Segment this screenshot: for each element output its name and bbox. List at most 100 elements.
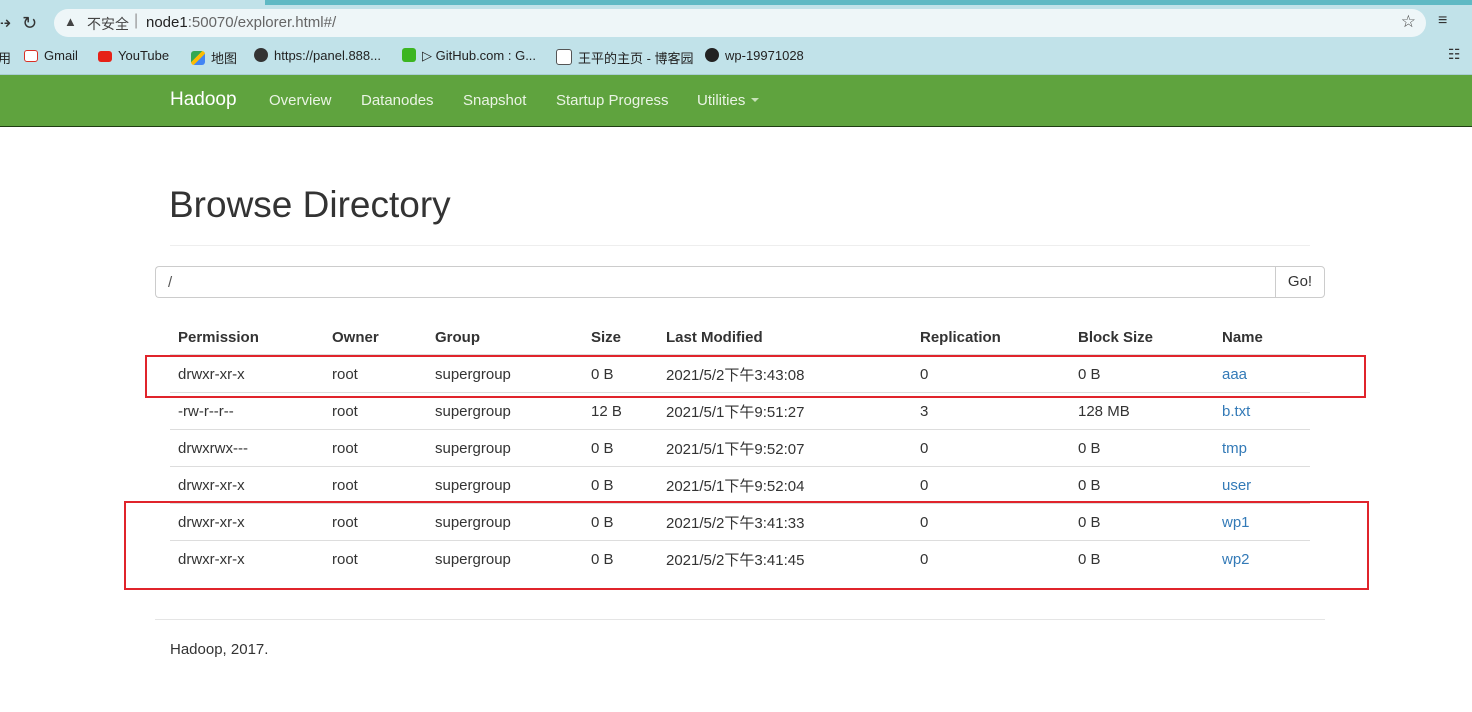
bookmark-youtube[interactable]: YouTube <box>98 48 169 63</box>
cell-block-size: 0 B <box>1070 540 1214 577</box>
nav-utilities[interactable]: Utilities <box>697 92 760 109</box>
column-header[interactable]: Last Modified <box>658 320 912 356</box>
chevron-down-icon <box>751 98 760 102</box>
file-link[interactable]: b.txt <box>1222 403 1250 420</box>
cell-permission: drwxr-xr-x <box>170 540 324 577</box>
cell-name: b.txt <box>1214 392 1310 430</box>
address-bar[interactable]: ▲ 不安全 | node1:50070/explorer.html#/ ☆ <box>54 9 1426 37</box>
forward-icon[interactable]: ⇢ <box>0 12 11 34</box>
url-text[interactable]: node1:50070/explorer.html#/ <box>146 14 336 31</box>
url-path: :50070/explorer.html#/ <box>187 14 337 31</box>
table-row: drwxr-xr-x root supergroup 0 B 2021/5/2下… <box>170 503 1310 541</box>
brand-link[interactable]: Hadoop <box>170 89 237 111</box>
table-row: drwxr-xr-x root supergroup 0 B 2021/5/1下… <box>170 466 1310 504</box>
bookmarks-bar: 用 Gmail YouTube 地图 https://panel.888... … <box>0 45 1472 67</box>
cell-group: supergroup <box>427 429 583 467</box>
cell-permission: drwxrwx--- <box>170 429 324 467</box>
youtube-icon <box>98 51 112 62</box>
cnblogs-icon <box>556 49 572 65</box>
insecure-label[interactable]: 不安全 <box>87 14 129 34</box>
cell-group: supergroup <box>427 466 583 504</box>
cell-replication: 0 <box>920 365 929 383</box>
cell-owner: root <box>324 540 427 577</box>
media-control-icon[interactable]: ≡ <box>1438 12 1447 30</box>
cell-name: user <box>1214 466 1310 504</box>
cell-size: 0 B <box>583 540 658 577</box>
cell-group: supergroup <box>427 503 583 541</box>
github-mirror-icon <box>402 48 416 62</box>
cell-size: 0 B <box>583 503 658 541</box>
cell-group: supergroup <box>427 540 583 577</box>
cell-last-modified: 2021/5/1下午9:52:07 <box>658 429 912 467</box>
column-header[interactable]: Size <box>583 320 658 356</box>
cell-group: supergroup <box>427 392 583 430</box>
cell-permission: drwxr-xr-x <box>178 365 245 383</box>
table-header-row: Permission Owner Group Size Last Modifie… <box>170 320 1310 356</box>
cell-last-modified: 2021/5/1下午9:52:04 <box>658 466 912 504</box>
bookmark-apps[interactable]: 用 <box>0 48 11 67</box>
hadoop-navbar: Hadoop Overview Datanodes Snapshot Start… <box>0 75 1472 127</box>
nav-startup-progress[interactable]: Startup Progress <box>556 92 669 109</box>
bookmark-github-mirror[interactable]: ▷ GitHub.com : G... <box>402 48 536 64</box>
gmail-icon <box>24 50 38 62</box>
tab-strip <box>265 0 1472 5</box>
url-host: node1 <box>146 14 188 31</box>
bookmark-cnblogs[interactable]: 王平的主页 - 博客园 <box>556 48 694 67</box>
file-link[interactable]: tmp <box>1222 440 1247 457</box>
directory-path-input[interactable] <box>155 266 1275 298</box>
column-header[interactable]: Block Size <box>1070 320 1214 356</box>
cell-block-size: 0 B <box>1070 503 1214 541</box>
github-icon <box>705 48 719 62</box>
cell-name: wp2 <box>1214 540 1310 577</box>
cell-owner: root <box>332 365 358 383</box>
cell-name: aaa <box>1214 355 1310 393</box>
bookmark-panel[interactable]: https://panel.888... <box>254 48 381 63</box>
address-separator: | <box>134 12 139 29</box>
column-header[interactable]: Replication <box>912 320 1070 356</box>
globe-icon <box>254 48 268 62</box>
file-link[interactable]: aaa <box>1222 366 1247 383</box>
maps-icon <box>191 51 205 65</box>
cell-last-modified: 2021/5/2下午3:43:08 <box>666 366 805 384</box>
table-row: drwxr-xr-x root supergroup 0 B 2021/5/2下… <box>170 540 1310 577</box>
cell-permission: drwxr-xr-x <box>170 466 324 504</box>
reload-icon[interactable]: ↻ <box>22 12 37 34</box>
bookmark-gmail[interactable]: Gmail <box>24 48 78 63</box>
column-header[interactable]: Owner <box>324 320 427 356</box>
cell-owner: root <box>324 466 427 504</box>
title-divider <box>170 245 1310 246</box>
file-link[interactable]: user <box>1222 477 1251 494</box>
column-header[interactable]: Group <box>427 320 583 356</box>
go-button[interactable]: Go! <box>1275 266 1325 298</box>
cell-block-size: 0 B <box>1070 466 1214 504</box>
reading-list-icon[interactable]: ☷ <box>1448 46 1461 63</box>
cell-replication: 0 <box>912 540 1070 577</box>
column-header[interactable]: Name <box>1214 320 1310 356</box>
cell-last-modified: 2021/5/2下午3:41:45 <box>658 540 912 577</box>
footer-divider <box>155 619 1325 620</box>
cell-block-size: 0 B <box>1078 365 1101 383</box>
cell-replication: 0 <box>912 429 1070 467</box>
cell-block-size: 128 MB <box>1070 392 1214 430</box>
nav-snapshot[interactable]: Snapshot <box>463 92 526 109</box>
cell-owner: root <box>324 429 427 467</box>
browser-chrome: ⇢ ↻ ▲ 不安全 | node1:50070/explorer.html#/ … <box>0 0 1472 75</box>
nav-utilities-label: Utilities <box>697 92 746 109</box>
bookmark-github[interactable]: wp-19971028 <box>705 48 804 63</box>
bookmark-star-icon[interactable]: ☆ <box>1401 12 1416 32</box>
cell-last-modified: 2021/5/1下午9:51:27 <box>658 392 912 430</box>
nav-overview[interactable]: Overview <box>269 92 332 109</box>
nav-datanodes[interactable]: Datanodes <box>361 92 434 109</box>
file-link[interactable]: wp1 <box>1222 514 1250 531</box>
warning-icon[interactable]: ▲ <box>64 14 77 29</box>
column-header[interactable]: Permission <box>170 320 324 356</box>
cell-replication: 0 <box>912 466 1070 504</box>
cell-permission: drwxr-xr-x <box>170 503 324 541</box>
cell-size: 12 B <box>583 392 658 430</box>
cell-name: tmp <box>1214 429 1310 467</box>
cell-replication: 3 <box>912 392 1070 430</box>
bookmark-maps[interactable]: 地图 <box>191 48 237 67</box>
cell-block-size: 0 B <box>1070 429 1214 467</box>
cell-owner: root <box>324 392 427 430</box>
file-link[interactable]: wp2 <box>1222 551 1250 568</box>
